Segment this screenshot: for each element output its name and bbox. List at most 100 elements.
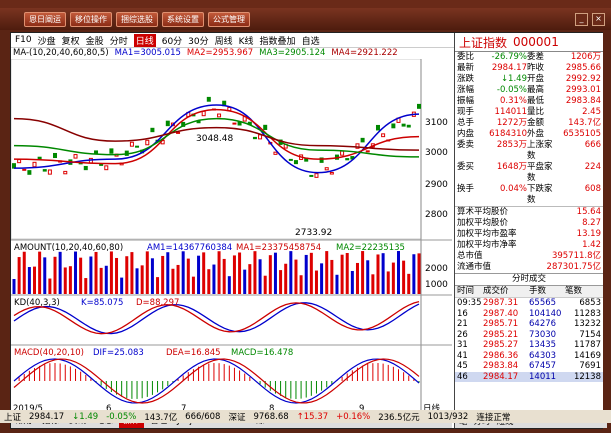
quote-stat-10-3: 608	[584, 184, 601, 194]
minimize-icon[interactable]: _	[575, 12, 588, 26]
kline-button[interactable]: K线	[239, 34, 254, 47]
gold-button[interactable]: 金股	[86, 34, 104, 47]
sandbox-button[interactable]: 沙盘	[38, 34, 56, 47]
tick-cell: 2984.17	[483, 371, 519, 382]
market-stat-label: 加权平均股价	[457, 218, 509, 228]
amount-bar	[304, 254, 308, 294]
toolbar-button-5[interactable]: 公式管理	[208, 11, 250, 27]
quote-stat-8-3: 666	[584, 140, 601, 150]
quote-stat-8-2: 上涨家数	[527, 140, 553, 161]
ma-legend: MA-(10,20,40,60,80,5) MA1=3005.015 MA2=2…	[11, 47, 454, 59]
amount-bar	[294, 259, 298, 294]
amount-bar	[135, 268, 139, 294]
quote-stat-6-1: 1272万	[496, 118, 527, 128]
toolbar-button-2[interactable]: 移位操作	[70, 11, 112, 27]
tick-cell: 13435	[529, 340, 557, 350]
index-overlay-button[interactable]: 指数叠加	[260, 34, 296, 47]
market-stat-row: 加权平均市净率 1.42	[457, 240, 601, 251]
period-daily[interactable]: 日线	[133, 33, 156, 47]
amount-bar	[89, 256, 93, 294]
amount-bar	[217, 251, 221, 294]
period-30min[interactable]: 30分	[188, 34, 208, 47]
candle	[324, 167, 329, 171]
candle	[381, 133, 386, 138]
tick-cell: 26	[457, 329, 468, 340]
amount-bar	[376, 254, 380, 294]
tick-cell: 14169	[573, 350, 601, 361]
title-bar	[0, 0, 611, 8]
watchlist-button[interactable]: 自选	[302, 34, 320, 47]
amount-bar	[181, 251, 185, 294]
amount-bar	[299, 275, 303, 294]
amount-bar	[381, 253, 385, 294]
status-item: 666/608	[185, 411, 221, 422]
quote-stat-0-0: 委比	[457, 52, 475, 62]
quote-stat-9-3: 224	[584, 162, 601, 172]
quote-stat-5-1: 114011	[494, 107, 527, 117]
status-item: ↓1.49	[72, 411, 99, 422]
amount-bar	[407, 273, 411, 294]
tick-cell: 64276	[529, 319, 557, 329]
amount-bar	[340, 254, 344, 294]
low-annotation: 2733.92	[295, 228, 332, 238]
amount-bar	[130, 252, 134, 294]
amount-bar	[74, 251, 78, 294]
amount-bar	[222, 258, 226, 294]
candle	[109, 148, 114, 154]
period-intraday[interactable]: 分时	[110, 34, 128, 47]
amount-bar	[279, 270, 283, 294]
candle	[360, 137, 365, 143]
candle	[53, 152, 58, 159]
tick-cell: 7691	[579, 361, 601, 371]
main-workspace: F10 沙盘 复权 金股 分时 日线 60分 30分 周线 K线 指数叠加 自选…	[10, 32, 607, 429]
amount-bar	[109, 251, 113, 294]
amount-bar	[94, 251, 98, 294]
amount-bar	[150, 258, 154, 294]
candle	[314, 173, 319, 178]
market-stat-label: 加权平均市盈率	[457, 229, 517, 239]
tick-cell: 67457	[529, 361, 557, 371]
amount-bar	[325, 251, 329, 294]
toolbar-button-4[interactable]: 系统设置	[162, 11, 204, 27]
period-60min[interactable]: 60分	[162, 34, 182, 47]
adjust-button[interactable]: 复权	[62, 34, 80, 47]
quote-stat-5-0: 现手	[457, 107, 475, 117]
candle	[201, 110, 206, 117]
amount-bar	[345, 253, 349, 294]
amount-bar	[361, 251, 365, 294]
quote-stat-2-0: 涨跌	[457, 74, 475, 84]
dif-line	[13, 358, 420, 404]
amount-bar	[79, 257, 83, 294]
amount-bar	[263, 275, 267, 294]
price-chart[interactable]: 3100 3000 2900 2800 3048.48 2733.92 AMOU…	[11, 59, 452, 414]
period-bar: F10 沙盘 复权 金股 分时 日线 60分 30分 周线 K线 指数叠加 自选	[11, 33, 456, 48]
tick-cell: 2986.36	[483, 350, 519, 361]
amount-bar	[186, 258, 190, 294]
toolbar-button-1[interactable]: 恩日阐运	[24, 11, 66, 27]
toolbar-button-3[interactable]: 捆综选股	[116, 11, 158, 27]
market-stat-label: 总市值	[457, 251, 483, 261]
market-stat-value: 8.27	[582, 218, 601, 228]
dea-value: DEA=16.845	[166, 348, 221, 358]
close-icon[interactable]: ×	[592, 12, 605, 26]
amount-bar	[33, 266, 37, 294]
status-item: 深证	[228, 412, 246, 423]
high-annotation: 3048.48	[196, 134, 233, 144]
quote-stat-1-3: 2985.66	[565, 63, 601, 73]
amount-bar	[156, 277, 160, 294]
quote-stat-2-2: 开盘	[527, 74, 545, 84]
period-weekly[interactable]: 周线	[215, 34, 233, 47]
tick-cell: 09:35	[457, 298, 482, 308]
candle	[22, 168, 27, 171]
quote-stat-5-2: 量比	[527, 107, 545, 117]
price-axis-label-3: 2800	[425, 210, 448, 220]
market-stat-row: 加权平均股价 8.27	[457, 218, 601, 229]
tick-table-header: 时间 成交价 手数 笔数	[455, 285, 603, 298]
amount-bar	[314, 270, 318, 294]
macd-label: MACD(40,20,10)	[14, 348, 84, 358]
amount-bar	[258, 259, 262, 294]
f10-button[interactable]: F10	[15, 35, 32, 45]
quote-stat-6-2: 金额	[527, 118, 545, 128]
tick-cell: 31	[457, 340, 468, 350]
quote-stat-1-1: 2984.17	[491, 63, 527, 73]
